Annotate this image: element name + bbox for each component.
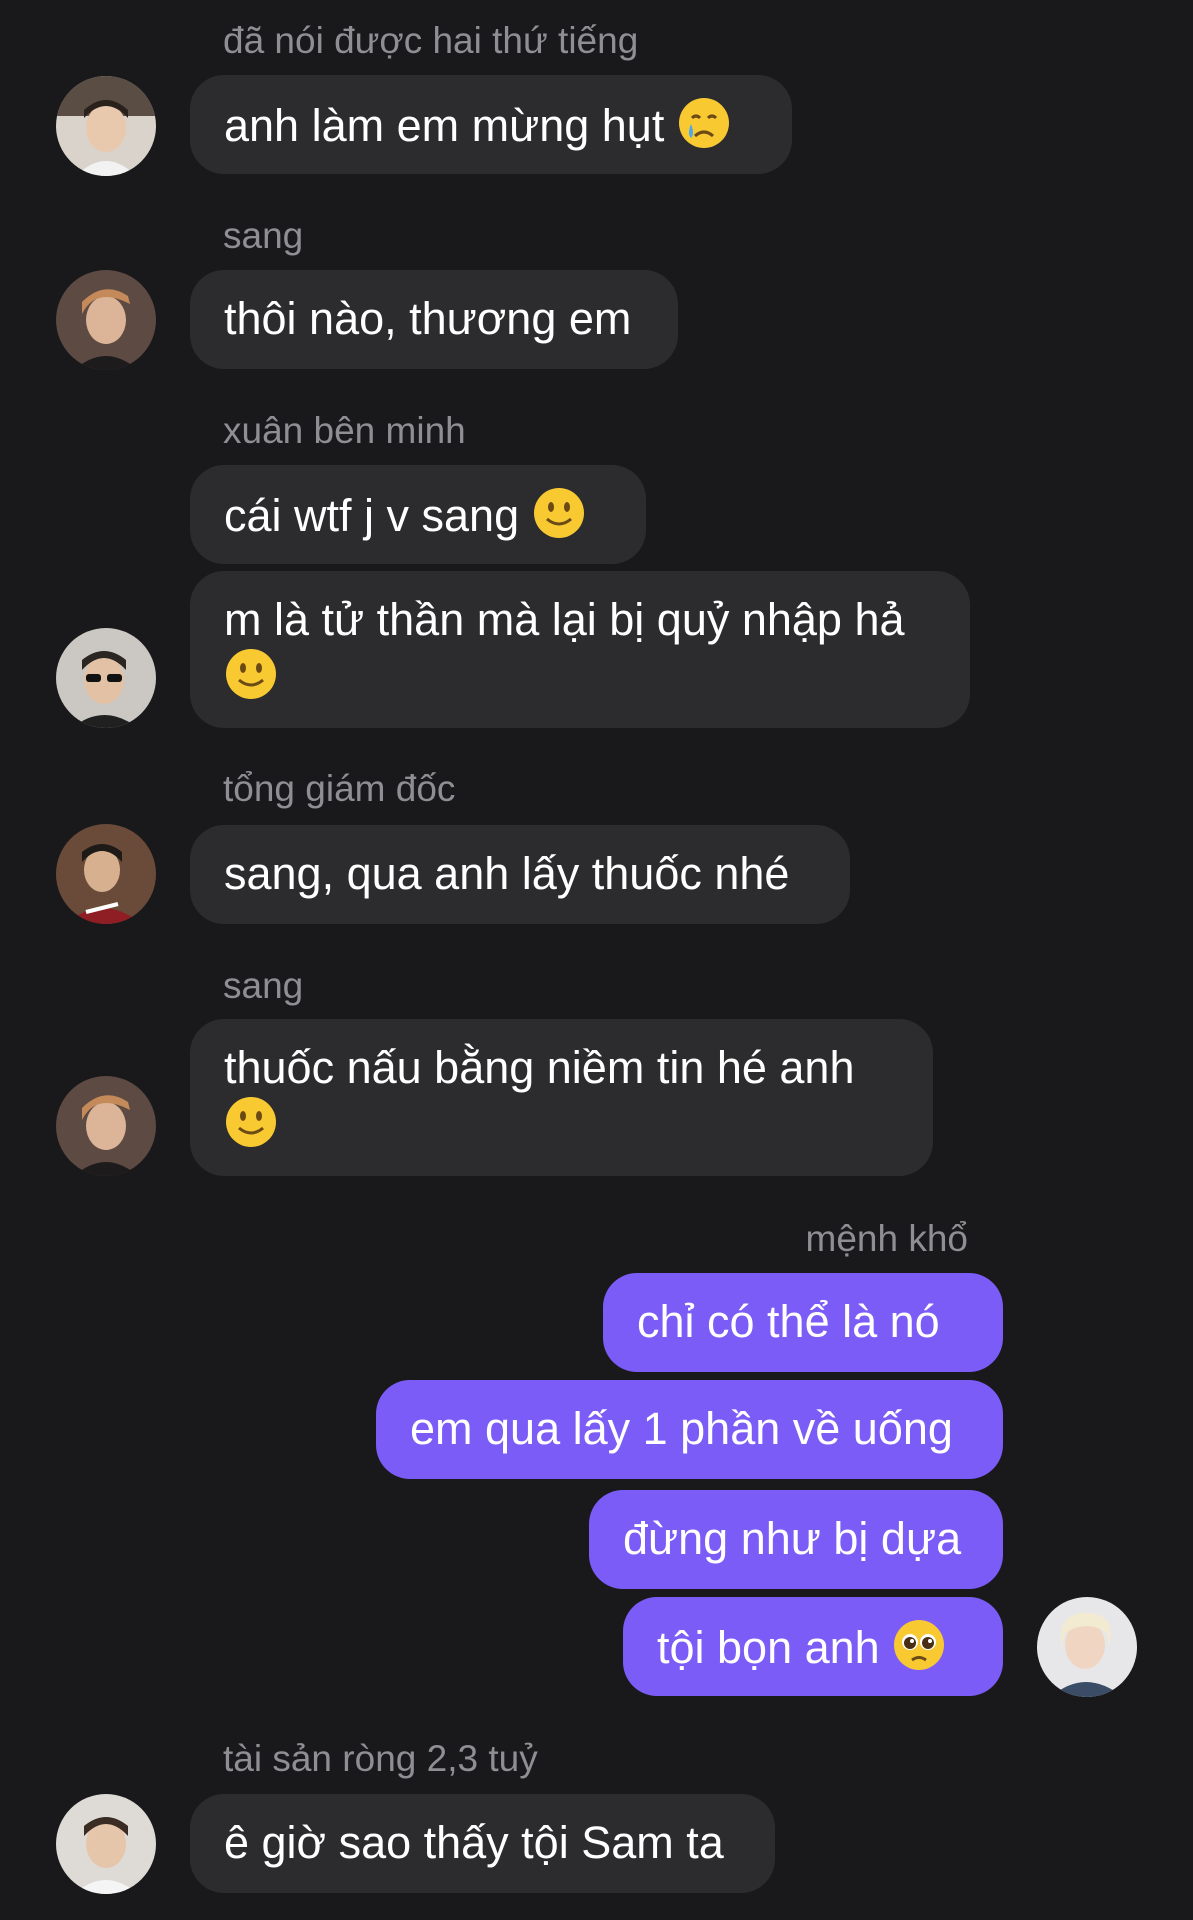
message-text: m là tử thần mà lại bị quỷ nhập hả	[224, 594, 905, 645]
message-text: ê giờ sao thấy tội Sam ta	[224, 1817, 724, 1868]
avatar[interactable]	[56, 1076, 156, 1176]
pleading-face-icon	[892, 1618, 946, 1672]
message-text: em qua lấy 1 phần về uống	[410, 1403, 953, 1454]
message-bubble[interactable]: sang, qua anh lấy thuốc nhé	[190, 825, 850, 924]
message-text: anh làm em mừng hụt	[224, 100, 665, 151]
message-bubble[interactable]: ê giờ sao thấy tội Sam ta	[190, 1794, 775, 1893]
message-bubble[interactable]: m là tử thần mà lại bị quỷ nhập hả	[190, 571, 970, 728]
message-text: cái wtf j v sang	[224, 490, 520, 541]
message-bubble[interactable]: thôi nào, thương em	[190, 270, 678, 369]
sender-name: đã nói được hai thứ tiếng	[223, 20, 639, 61]
message-bubble[interactable]: thuốc nấu bằng niềm tin hé anh	[190, 1019, 933, 1176]
sender-name: tài sản ròng 2,3 tuỷ	[223, 1738, 538, 1779]
message-text: thuốc nấu bằng niềm tin hé anh	[224, 1042, 855, 1093]
slightly-smiling-face-icon	[224, 647, 278, 701]
message-bubble[interactable]: cái wtf j v sang	[190, 465, 646, 564]
message-bubble[interactable]: tội bọn anh	[623, 1597, 1003, 1696]
avatar[interactable]	[56, 824, 156, 924]
message-text: sang, qua anh lấy thuốc nhé	[224, 848, 790, 899]
sender-name: sang	[223, 215, 304, 256]
message-bubble[interactable]: đừng như bị dựa	[589, 1490, 1003, 1589]
avatar[interactable]	[56, 628, 156, 728]
sender-name: sang	[223, 965, 304, 1006]
message-text: thôi nào, thương em	[224, 293, 632, 344]
avatar[interactable]	[56, 1794, 156, 1894]
avatar[interactable]	[56, 270, 156, 370]
slightly-smiling-face-icon	[532, 486, 586, 540]
message-text: chỉ có thể là nó	[637, 1296, 940, 1347]
sender-name: mệnh khổ	[805, 1218, 969, 1259]
message-bubble[interactable]: anh làm em mừng hụt	[190, 75, 792, 174]
sender-name: tổng giám đốc	[223, 768, 456, 809]
message-bubble[interactable]: em qua lấy 1 phần về uống	[376, 1380, 1003, 1479]
avatar[interactable]	[56, 76, 156, 176]
crying-face-icon	[677, 96, 731, 150]
message-text: đừng như bị dựa	[623, 1513, 962, 1564]
message-bubble[interactable]: chỉ có thể là nó	[603, 1273, 1003, 1372]
message-text: tội bọn anh	[657, 1622, 880, 1673]
avatar[interactable]	[1037, 1597, 1137, 1697]
slightly-smiling-face-icon	[224, 1095, 278, 1149]
sender-name: xuân bên minh	[223, 410, 466, 451]
